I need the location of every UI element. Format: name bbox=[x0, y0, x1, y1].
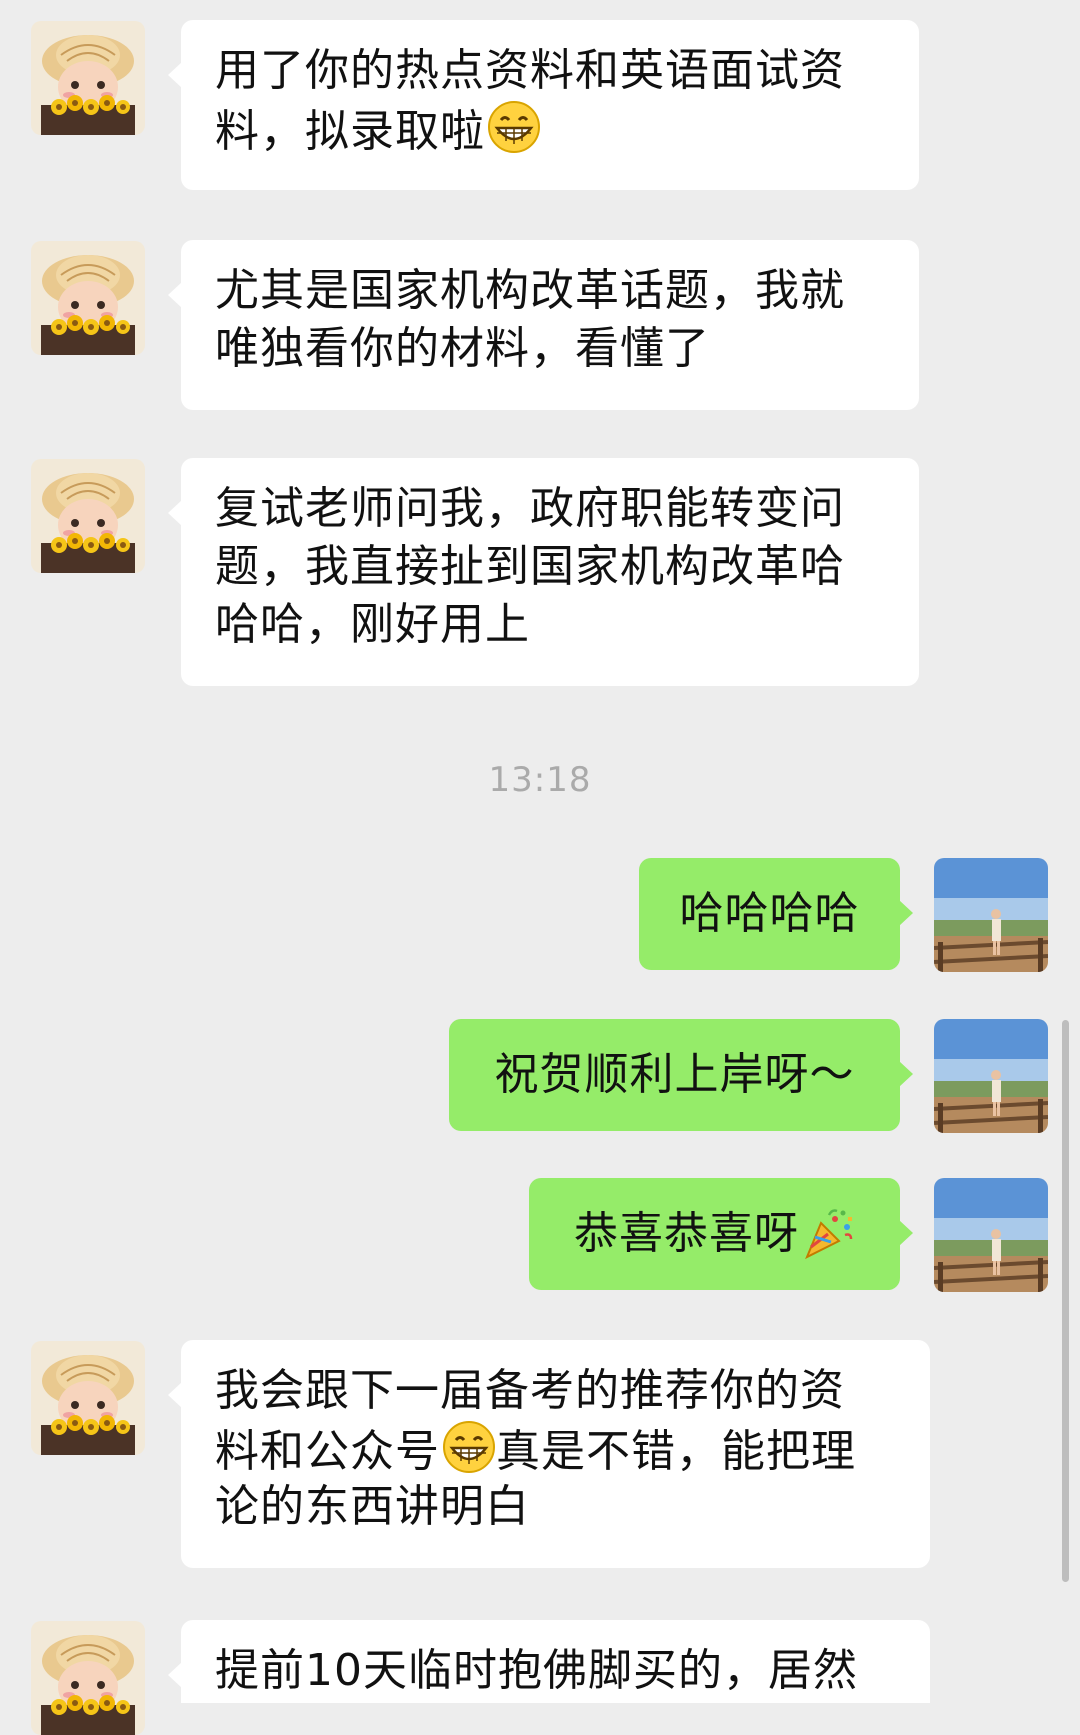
self-avatar[interactable] bbox=[934, 1019, 1048, 1133]
message-bubble-outgoing[interactable]: 恭喜恭喜呀 bbox=[529, 1178, 913, 1290]
grin-emoji bbox=[487, 100, 541, 154]
message-text: 尤其是国家机构改革话题，我就 bbox=[215, 265, 845, 316]
message-bubble-incoming[interactable]: 用了你的热点资料和英语面试资 料，拟录取啦 bbox=[168, 20, 919, 190]
message-text: 用了你的热点资料和英语面试资 bbox=[215, 45, 845, 96]
message-text: 唯独看你的材料，看懂了 bbox=[215, 323, 710, 374]
contact-avatar[interactable] bbox=[31, 1621, 145, 1735]
self-avatar[interactable] bbox=[934, 858, 1048, 972]
message-text: 祝贺顺利上岸呀～ bbox=[494, 1049, 855, 1100]
message-bubble-outgoing[interactable]: 祝贺顺利上岸呀～ bbox=[449, 1019, 913, 1131]
message-text: 我会跟下一届备考的推荐你的资 bbox=[215, 1365, 845, 1416]
message-text: 论的东西讲明白 bbox=[215, 1481, 530, 1532]
contact-avatar[interactable] bbox=[31, 1341, 145, 1455]
self-avatar[interactable] bbox=[934, 1178, 1048, 1292]
contact-avatar[interactable] bbox=[31, 21, 145, 135]
party-popper-emoji bbox=[801, 1207, 855, 1261]
message-bubble-incoming[interactable]: 复试老师问我，政府职能转变问 题，我直接扯到国家机构改革哈 哈哈，刚好用上 bbox=[168, 458, 919, 686]
message-text: 哈哈哈哈 bbox=[679, 888, 860, 939]
message-text: 料和公众号 bbox=[215, 1426, 440, 1477]
chat-timestamp: 13:18 bbox=[488, 760, 592, 800]
contact-avatar[interactable] bbox=[31, 459, 145, 573]
message-bubble-incoming[interactable]: 提前10天临时抱佛脚买的，居然 bbox=[168, 1620, 930, 1703]
message-bubble-incoming[interactable]: 我会跟下一届备考的推荐你的资 料和公众号 真是不错，能把理 论的东西讲明白 bbox=[168, 1340, 930, 1568]
message-text: 料，拟录取啦 bbox=[215, 106, 485, 157]
contact-avatar[interactable] bbox=[31, 241, 145, 355]
message-bubble-incoming[interactable]: 尤其是国家机构改革话题，我就 唯独看你的材料，看懂了 bbox=[168, 240, 919, 410]
chat-scrollbar[interactable] bbox=[1062, 1020, 1069, 1582]
message-text: 哈哈，刚好用上 bbox=[215, 599, 530, 650]
message-text: 恭喜恭喜呀 bbox=[574, 1208, 799, 1259]
message-text: 复试老师问我，政府职能转变问 bbox=[215, 483, 845, 534]
message-text: 真是不错，能把理 bbox=[496, 1426, 856, 1477]
message-text: 提前10天临时抱佛脚买的，居然 bbox=[215, 1645, 858, 1696]
message-bubble-outgoing[interactable]: 哈哈哈哈 bbox=[639, 858, 913, 970]
grin-emoji bbox=[442, 1420, 496, 1474]
message-text: 题，我直接扯到国家机构改革哈 bbox=[215, 541, 845, 592]
